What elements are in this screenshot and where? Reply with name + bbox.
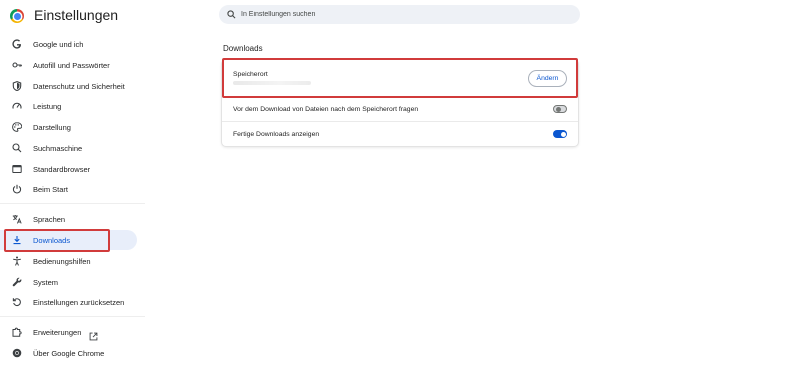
open-in-new-icon[interactable]	[89, 328, 98, 340]
ask-location-label: Vor dem Download von Dateien nach dem Sp…	[233, 105, 419, 113]
sidebar-item-bedienungshilfen[interactable]: Bedienungshilfen	[0, 251, 137, 271]
puzzle-icon	[12, 327, 22, 337]
search-bar[interactable]	[219, 5, 580, 24]
show-downloads-row[interactable]: Fertige Downloads anzeigen	[222, 121, 578, 146]
download-location-row: Speicherort Ändern	[222, 60, 578, 96]
sidebar-divider	[0, 316, 145, 317]
search-input[interactable]	[241, 11, 561, 18]
sidebar-item-label: Standardbrowser	[33, 164, 91, 174]
browser-window-icon	[12, 164, 22, 174]
chrome-logo-icon	[12, 348, 22, 358]
sidebar-item-label: Beim Start	[33, 184, 69, 194]
section-title: Downloads	[223, 44, 263, 53]
speedometer-icon	[12, 101, 22, 111]
ask-location-toggle[interactable]	[553, 105, 567, 113]
sidebar-item-google-und-ich[interactable]: Google und ich	[0, 34, 137, 54]
download-icon	[12, 235, 22, 245]
downloads-settings-card: Speicherort Ändern Vor dem Download von …	[222, 60, 578, 146]
key-icon	[12, 60, 22, 70]
sidebar-item-sprachen[interactable]: Sprachen	[0, 209, 137, 229]
download-location-label: Speicherort	[233, 71, 268, 78]
page-title: Einstellungen	[34, 7, 119, 23]
show-downloads-toggle[interactable]	[553, 130, 567, 138]
chrome-logo-icon	[10, 9, 24, 23]
sidebar-item-datenschutz[interactable]: Datenschutz und Sicherheit	[0, 76, 137, 96]
sidebar-item-label: Erweiterungen	[33, 327, 82, 337]
sidebar-item-beim-start[interactable]: Beim Start	[0, 179, 137, 199]
sidebar-item-label: Datenschutz und Sicherheit	[33, 81, 125, 91]
sidebar-item-label: Einstellungen zurücksetzen	[33, 297, 125, 307]
ask-location-row[interactable]: Vor dem Download von Dateien nach dem Sp…	[222, 96, 578, 121]
sidebar-item-erweiterungen[interactable]: Erweiterungen	[0, 322, 137, 342]
sidebar-item-label: Leistung	[33, 101, 62, 111]
sidebar-item-downloads[interactable]: Downloads	[0, 230, 137, 250]
google-g-icon	[12, 39, 22, 49]
toggle-knob	[560, 131, 566, 137]
sidebar-item-leistung[interactable]: Leistung	[0, 96, 137, 116]
sidebar-item-zuruecksetzen[interactable]: Einstellungen zurücksetzen	[0, 292, 137, 312]
sidebar-item-label: Suchmaschine	[33, 143, 83, 153]
sidebar-item-system[interactable]: System	[0, 272, 137, 292]
palette-icon	[12, 122, 22, 132]
change-location-button[interactable]: Ändern	[528, 69, 567, 87]
sidebar-item-autofill[interactable]: Autofill und Passwörter	[0, 55, 137, 75]
reset-icon	[12, 297, 22, 307]
accessibility-icon	[12, 256, 22, 266]
search-icon	[12, 143, 22, 153]
shield-icon	[12, 81, 22, 91]
sidebar-divider	[0, 203, 145, 204]
toggle-knob	[555, 106, 561, 112]
download-location-path-blurred	[233, 81, 311, 85]
sidebar-item-label: Autofill und Passwörter	[33, 60, 110, 70]
sidebar-item-label: System	[33, 277, 59, 287]
sidebar-item-standardbrowser[interactable]: Standardbrowser	[0, 159, 137, 179]
sidebar-item-darstellung[interactable]: Darstellung	[0, 117, 137, 137]
sidebar-item-label: Über Google Chrome	[33, 348, 105, 358]
sidebar-item-suchmaschine[interactable]: Suchmaschine	[0, 138, 137, 158]
power-icon	[12, 184, 22, 194]
sidebar-item-ueber-chrome[interactable]: Über Google Chrome	[0, 343, 137, 363]
sidebar-item-label: Downloads	[33, 235, 71, 245]
sidebar-item-label: Bedienungshilfen	[33, 256, 91, 266]
wrench-icon	[12, 277, 22, 287]
search-icon	[227, 10, 236, 19]
sidebar-item-label: Sprachen	[33, 214, 66, 224]
translate-icon	[12, 214, 22, 224]
show-downloads-label: Fertige Downloads anzeigen	[233, 130, 320, 138]
sidebar-item-label: Darstellung	[33, 122, 71, 132]
sidebar-item-label: Google und ich	[33, 39, 84, 49]
